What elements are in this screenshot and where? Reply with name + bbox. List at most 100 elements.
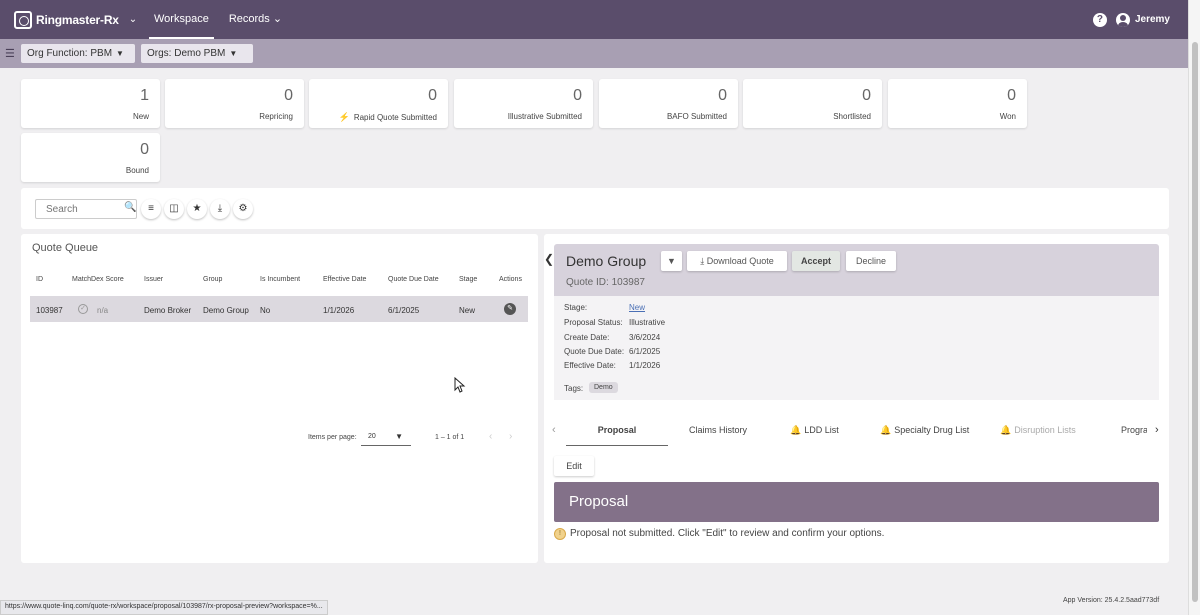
- quote-queue-panel: Quote Queue ID MatchDex Score Issuer Gro…: [21, 234, 538, 563]
- column-header-stage[interactable]: Stage: [459, 276, 477, 283]
- items-per-page-label: Items per page:: [308, 434, 357, 441]
- stat-label: Rapid Quote Submitted: [353, 113, 437, 122]
- scrollbar-thumb[interactable]: [1192, 42, 1198, 602]
- caret-down-icon: ▼: [229, 49, 238, 58]
- filter-bar: ☰ Org Function: PBM ▼ Orgs: Demo PBM ▼: [0, 39, 1188, 68]
- info-label: Proposal Status:: [564, 318, 623, 327]
- settings-button[interactable]: ⚙: [233, 199, 253, 219]
- stat-card-new[interactable]: 1 New: [21, 79, 160, 128]
- cell-id: 103987: [36, 306, 63, 315]
- items-per-page-select[interactable]: 20 ▼: [361, 430, 411, 446]
- active-tab-indicator: [566, 445, 668, 446]
- nav-workspace[interactable]: Workspace: [149, 0, 214, 39]
- accept-button[interactable]: Accept: [792, 251, 840, 271]
- stat-value: 0: [1007, 87, 1016, 104]
- download-icon: ⤓: [700, 256, 705, 266]
- info-value: Illustrative: [629, 318, 666, 327]
- stat-label: Repricing: [259, 112, 293, 121]
- org-function-filter[interactable]: Org Function: PBM ▼: [21, 44, 135, 63]
- column-header-quote-due-date[interactable]: Quote Due Date: [388, 276, 439, 283]
- columns-button[interactable]: ◫: [164, 199, 184, 219]
- search-input[interactable]: [35, 199, 137, 219]
- decline-button[interactable]: Decline: [846, 251, 896, 271]
- user-name[interactable]: Jeremy: [1135, 14, 1170, 25]
- column-header-matchdex[interactable]: MatchDex Score: [72, 276, 124, 283]
- edit-button[interactable]: Edit: [554, 456, 594, 476]
- info-label: Create Date:: [564, 333, 610, 342]
- more-options-button[interactable]: ▼: [661, 251, 682, 271]
- stat-card-repricing[interactable]: 0 Repricing: [165, 79, 304, 128]
- stat-label: BAFO Submitted: [666, 112, 727, 121]
- stat-value: 0: [140, 141, 149, 158]
- tab-proposal[interactable]: Proposal: [566, 425, 668, 435]
- caret-down-icon: ▼: [667, 256, 676, 266]
- stat-card-rapid-quote[interactable]: 0 ⚡ Rapid Quote Submitted: [309, 79, 448, 128]
- stat-value: 0: [573, 87, 582, 104]
- stat-card-bound[interactable]: 0 Bound: [21, 133, 160, 182]
- tab-disruption-lists: 🔔 Disruption Lists: [1000, 425, 1076, 436]
- download-icon: ⤓: [217, 203, 223, 214]
- stage-link[interactable]: New: [629, 303, 645, 312]
- tab-label: Specialty Drug List: [894, 425, 970, 435]
- toolbar: 🔍 ≡ ◫ ★ ⤓ ⚙: [21, 188, 1169, 229]
- tab-programs[interactable]: Progra: [1121, 425, 1147, 435]
- next-page-icon[interactable]: ›: [509, 431, 512, 442]
- filter-icon[interactable]: ☰: [5, 47, 17, 60]
- caret-down-icon: ▼: [116, 49, 124, 58]
- tab-specialty-drug-list[interactable]: 🔔 Specialty Drug List: [880, 425, 969, 436]
- stat-label: Bound: [125, 166, 149, 175]
- filter-list-button[interactable]: ≡: [141, 199, 161, 219]
- filter-list-icon: ≡: [148, 203, 154, 214]
- quote-detail-header: Demo Group Quote ID: 103987 ▼ ⤓ Download…: [554, 244, 1159, 296]
- brand-name: Ringmaster-Rx: [36, 12, 119, 27]
- tabs-scroll-right-icon[interactable]: ›: [1155, 424, 1159, 436]
- quote-queue-title: Quote Queue: [32, 242, 99, 254]
- search-icon[interactable]: 🔍: [124, 202, 136, 213]
- edit-pencil-icon[interactable]: ✎: [504, 303, 516, 315]
- chevron-down-icon[interactable]: ⌄: [129, 14, 137, 25]
- nav-records[interactable]: Records ⌄: [224, 0, 287, 39]
- column-header-actions: Actions: [499, 276, 522, 283]
- info-value: 3/6/2024: [629, 333, 661, 342]
- favorites-button[interactable]: ★: [187, 199, 207, 219]
- stat-card-shortlisted[interactable]: 0 Shortlisted: [743, 79, 882, 128]
- stat-card-bafo[interactable]: 0 BAFO Submitted: [599, 79, 738, 128]
- page-range: 1 – 1 of 1: [435, 434, 465, 441]
- info-label: Stage:: [564, 303, 588, 312]
- quote-info: Stage: New Proposal Status: Illustrative…: [554, 296, 1159, 400]
- column-header-id[interactable]: ID: [36, 276, 43, 283]
- cell-stage: New: [459, 306, 476, 315]
- column-header-effective-date[interactable]: Effective Date: [323, 276, 366, 283]
- stat-value: 0: [428, 87, 437, 104]
- top-nav: Ringmaster-Rx ⌄ Workspace Records ⌄ ? Je…: [0, 0, 1188, 39]
- stat-card-illustrative[interactable]: 0 Illustrative Submitted: [454, 79, 593, 128]
- column-header-issuer[interactable]: Issuer: [144, 276, 163, 283]
- tab-label: LDD List: [804, 425, 839, 435]
- help-icon[interactable]: ?: [1092, 12, 1107, 27]
- tags-label: Tags:: [564, 384, 584, 393]
- orgs-filter[interactable]: Orgs: Demo PBM ▼: [141, 44, 253, 63]
- column-header-group[interactable]: Group: [203, 276, 222, 283]
- info-value: 6/1/2025: [629, 347, 661, 356]
- bell-icon: 🔔: [880, 425, 892, 435]
- cell-incumbent: No: [260, 306, 271, 315]
- bell-icon: 🔔: [790, 425, 802, 435]
- download-quote-button[interactable]: ⤓ Download Quote: [687, 251, 787, 271]
- download-button[interactable]: ⤓: [210, 199, 230, 219]
- items-per-page-value: 20: [368, 433, 376, 440]
- tag-chip: Demo: [589, 382, 618, 393]
- tab-claims-history[interactable]: Claims History: [669, 425, 767, 435]
- stat-card-won[interactable]: 0 Won: [888, 79, 1027, 128]
- collapse-panel-icon[interactable]: ❮: [544, 252, 554, 266]
- status-bar-url: https://www.quote-linq.com/quote-rx/work…: [0, 600, 328, 615]
- previous-page-icon[interactable]: ‹: [489, 431, 492, 442]
- column-header-incumbent[interactable]: Is Incumbent: [260, 276, 300, 283]
- tab-ldd-list[interactable]: 🔔 LDD List: [790, 425, 839, 436]
- brand-logo[interactable]: Ringmaster-Rx ⌄: [14, 10, 139, 29]
- stat-value: 1: [140, 87, 149, 104]
- cell-score: n/a: [97, 306, 109, 315]
- page-scrollbar[interactable]: [1188, 0, 1200, 615]
- user-avatar-icon[interactable]: [1115, 12, 1130, 27]
- tabs-scroll-left-icon[interactable]: ‹: [552, 424, 556, 436]
- columns-icon: ◫: [169, 203, 179, 214]
